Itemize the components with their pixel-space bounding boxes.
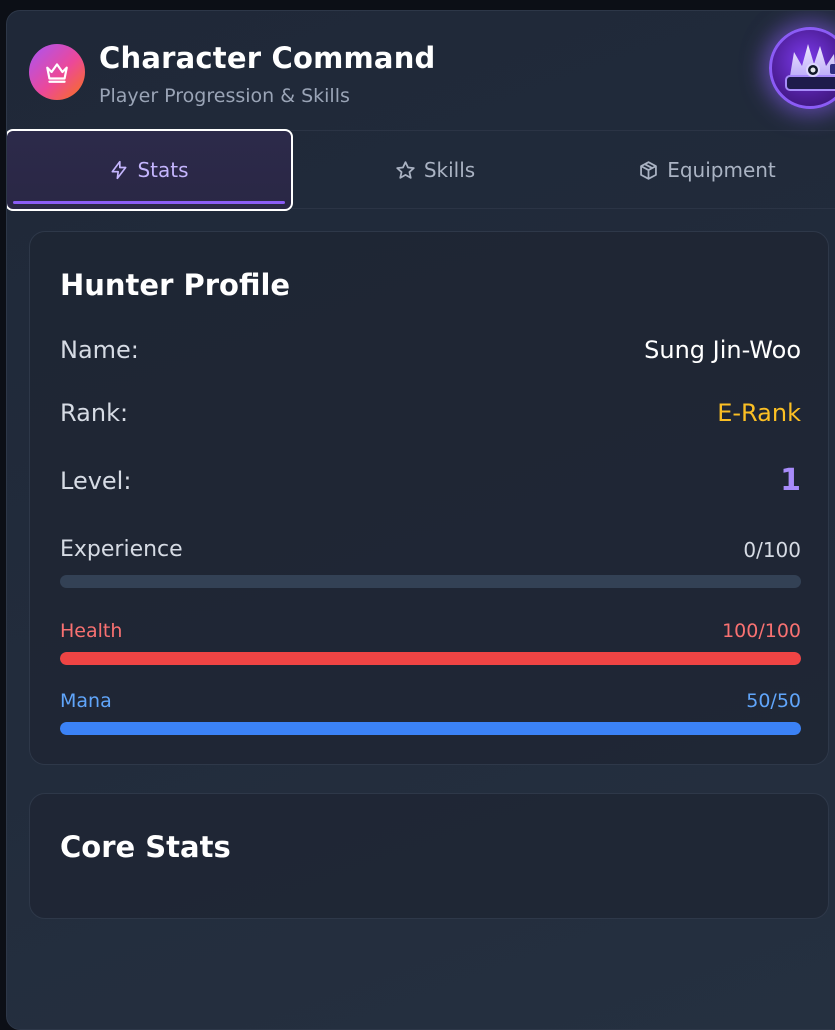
mana-bar-header: Mana 50/50 — [60, 690, 801, 712]
hunter-profile-card: Hunter Profile Name: Sung Jin-Woo Rank: … — [29, 231, 829, 765]
experience-bar — [60, 575, 801, 588]
experience-bar-header: Experience 0/100 — [60, 537, 801, 562]
crown-icon — [46, 63, 68, 83]
crown-badge — [29, 44, 85, 100]
experience-value: 0/100 — [743, 537, 801, 562]
tab-skills-label: Skills — [423, 158, 476, 182]
experience-label: Experience — [60, 537, 183, 562]
mana-bar — [60, 722, 801, 735]
rank-label: Rank: — [60, 399, 129, 427]
health-bar-header: Health 100/100 — [60, 620, 801, 642]
crown-emblem-icon — [785, 44, 835, 91]
rank-row: Rank: E-Rank — [60, 399, 801, 427]
tab-stats[interactable]: Stats — [7, 129, 293, 211]
mana-label: Mana — [60, 690, 112, 712]
core-stats-card: Core Stats — [29, 793, 829, 919]
core-stats-title: Core Stats — [60, 830, 231, 864]
level-value: 1 — [780, 463, 801, 498]
tab-stats-label: Stats — [137, 158, 189, 182]
tab-equipment[interactable]: Equipment — [567, 131, 835, 209]
page-subtitle: Player Progression & Skills — [99, 85, 350, 107]
avatar[interactable] — [769, 27, 835, 109]
level-row: Level: 1 — [60, 463, 801, 498]
tab-bar: Stats Skills Equipment — [7, 129, 835, 211]
star-icon — [396, 160, 415, 179]
hunter-profile-title: Hunter Profile — [60, 268, 291, 302]
page-title: Character Command — [99, 41, 436, 75]
health-bar — [60, 652, 801, 665]
tab-equipment-label: Equipment — [667, 158, 776, 182]
name-value: Sung Jin-Woo — [644, 336, 801, 364]
tab-skills[interactable]: Skills — [291, 131, 579, 209]
name-row: Name: Sung Jin-Woo — [60, 336, 801, 364]
lightning-icon — [111, 160, 127, 180]
health-bar-fill — [60, 652, 801, 665]
mana-bar-fill — [60, 722, 801, 735]
level-label: Level: — [60, 466, 132, 495]
character-panel: Character Command Player Progression & S… — [6, 10, 835, 1030]
cube-icon — [640, 160, 658, 180]
rank-value: E-Rank — [717, 399, 801, 427]
health-value: 100/100 — [722, 620, 801, 642]
mana-value: 50/50 — [746, 690, 801, 712]
panel-header: Character Command Player Progression & S… — [7, 11, 835, 131]
name-label: Name: — [60, 336, 139, 364]
health-label: Health — [60, 620, 123, 642]
